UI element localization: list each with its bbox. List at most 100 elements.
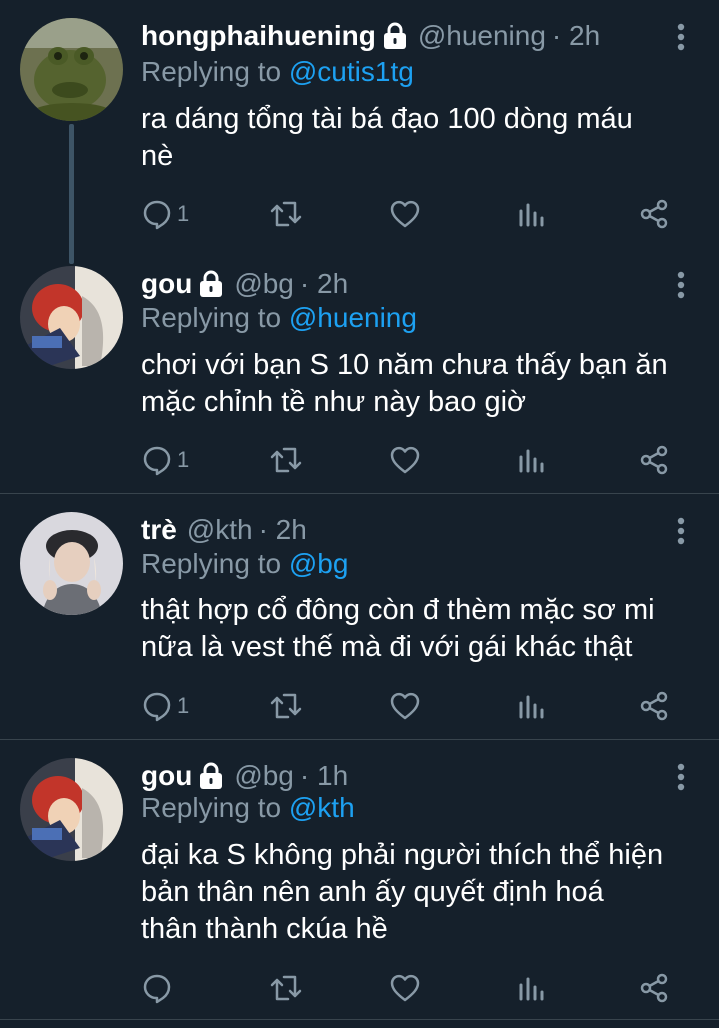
analytics-button[interactable] <box>517 970 545 1006</box>
tweet-text-line: nè <box>141 140 174 172</box>
tweet-header: hongphaihuening @huening · 2h <box>141 18 600 54</box>
tweet-text-line: chơi với bạn S 10 năm chưa thấy bạn ăn <box>141 349 668 381</box>
share-button[interactable] <box>638 688 670 724</box>
tweet-actions <box>141 970 686 1006</box>
reply-button[interactable]: 1 <box>141 196 189 232</box>
analytics-button[interactable] <box>517 688 545 724</box>
share-button[interactable] <box>638 196 670 232</box>
tweet-text-line: thật hợp cổ đông còn đ thèm mặc sơ mi <box>141 594 655 626</box>
tweet[interactable]: trè @kth · 2h Replying to @bg thật hợp c… <box>0 494 719 740</box>
retweet-button[interactable] <box>269 688 303 724</box>
like-button[interactable] <box>389 196 421 232</box>
replying-to-label: Replying to <box>141 548 289 579</box>
thread-connector <box>69 124 74 264</box>
tweet[interactable]: hongphaihuening @huening · 2h Replying t… <box>0 0 719 264</box>
heart-icon <box>389 445 421 475</box>
like-button[interactable] <box>389 970 421 1006</box>
tweet-text: chơi với bạn S 10 năm chưa thấy bạn ăn m… <box>141 347 701 421</box>
reply-button[interactable]: 1 <box>141 442 189 478</box>
timestamp[interactable]: · 2h <box>300 268 348 300</box>
share-icon <box>638 198 670 230</box>
share-button[interactable] <box>638 970 670 1006</box>
replying-to-label: Replying to <box>141 302 289 333</box>
tweet-actions: 1 <box>141 442 686 478</box>
replying-to: Replying to @huening <box>141 302 417 334</box>
tweet-text: đại ka S không phải người thích thể hiện… <box>141 837 701 948</box>
tweet-text-line: đại ka S không phải người thích thể hiện <box>141 839 664 871</box>
tweet-header: gou @bg · 2h <box>141 266 348 302</box>
share-icon <box>638 972 670 1004</box>
retweet-icon <box>269 445 303 475</box>
analytics-button[interactable] <box>517 196 545 232</box>
tweet-header: trè @kth · 2h <box>141 512 307 548</box>
more-options-icon[interactable] <box>675 762 687 792</box>
tweet-text-line: nữa là vest thế mà đi với gái khác thật <box>141 631 633 663</box>
analytics-icon <box>517 973 545 1003</box>
reply-count: 1 <box>177 201 190 226</box>
reply-icon <box>141 690 173 722</box>
share-icon <box>638 690 670 722</box>
heart-icon <box>389 199 421 229</box>
lock-icon <box>198 270 224 298</box>
display-name[interactable]: gou <box>141 268 192 300</box>
avatar[interactable] <box>20 18 123 121</box>
reply-button[interactable] <box>141 970 177 1006</box>
more-options-icon[interactable] <box>675 516 687 546</box>
tweet-actions: 1 <box>141 196 686 232</box>
display-name[interactable]: gou <box>141 760 192 792</box>
more-options-icon[interactable] <box>675 22 687 52</box>
heart-icon <box>389 691 421 721</box>
retweet-icon <box>269 691 303 721</box>
display-name[interactable]: hongphaihuening <box>141 20 376 52</box>
retweet-button[interactable] <box>269 970 303 1006</box>
analytics-icon <box>517 199 545 229</box>
timestamp[interactable]: · 2h <box>552 20 600 52</box>
user-handle[interactable]: @bg <box>234 268 294 300</box>
timestamp[interactable]: · 2h <box>259 514 307 546</box>
mention-link[interactable]: @huening <box>289 302 417 333</box>
tweet-actions: 1 <box>141 688 686 724</box>
avatar[interactable] <box>20 512 123 615</box>
lock-icon <box>198 762 224 790</box>
replying-to-label: Replying to <box>141 792 289 823</box>
user-handle[interactable]: @bg <box>234 760 294 792</box>
retweet-button[interactable] <box>269 196 303 232</box>
mention-link[interactable]: @kth <box>289 792 355 823</box>
tweet-text-line: mặc chỉnh tề như này bao giờ <box>141 386 527 418</box>
avatar[interactable] <box>20 758 123 861</box>
tweet-text: ra dáng tổng tài bá đạo 100 dòng máu nè <box>141 101 701 175</box>
tweet[interactable]: gou @bg · 2h Replying to @huening chơi v… <box>0 248 719 494</box>
timestamp[interactable]: · 1h <box>300 760 348 792</box>
retweet-icon <box>269 199 303 229</box>
tweet-text-line: ra dáng tổng tài bá đạo 100 dòng máu <box>141 103 633 135</box>
reply-button[interactable]: 1 <box>141 688 189 724</box>
reply-icon <box>141 444 173 476</box>
mention-link[interactable]: @bg <box>289 548 349 579</box>
heart-icon <box>389 973 421 1003</box>
replying-to-label: Replying to <box>141 56 289 87</box>
like-button[interactable] <box>389 442 421 478</box>
analytics-icon <box>517 691 545 721</box>
replying-to: Replying to @kth <box>141 792 355 824</box>
share-icon <box>638 444 670 476</box>
user-handle[interactable]: @kth <box>187 514 253 546</box>
reply-count: 1 <box>177 693 190 718</box>
replying-to: Replying to @cutis1tg <box>141 56 414 88</box>
reply-icon <box>141 972 173 1004</box>
retweet-icon <box>269 973 303 1003</box>
tweet-text-line: bản thân nên anh ấy quyết định hoá <box>141 876 604 908</box>
like-button[interactable] <box>389 688 421 724</box>
tweet-header: gou @bg · 1h <box>141 758 348 794</box>
tweet-text: thật hợp cổ đông còn đ thèm mặc sơ mi nữ… <box>141 592 701 666</box>
replying-to: Replying to @bg <box>141 548 348 580</box>
retweet-button[interactable] <box>269 442 303 478</box>
tweet[interactable]: gou @bg · 1h Replying to @kth đại ka S k… <box>0 740 719 1020</box>
more-options-icon[interactable] <box>675 270 687 300</box>
mention-link[interactable]: @cutis1tg <box>289 56 414 87</box>
share-button[interactable] <box>638 442 670 478</box>
lock-icon <box>382 22 408 50</box>
analytics-button[interactable] <box>517 442 545 478</box>
avatar[interactable] <box>20 266 123 369</box>
display-name[interactable]: trè <box>141 514 177 546</box>
user-handle[interactable]: @huening <box>418 20 546 52</box>
